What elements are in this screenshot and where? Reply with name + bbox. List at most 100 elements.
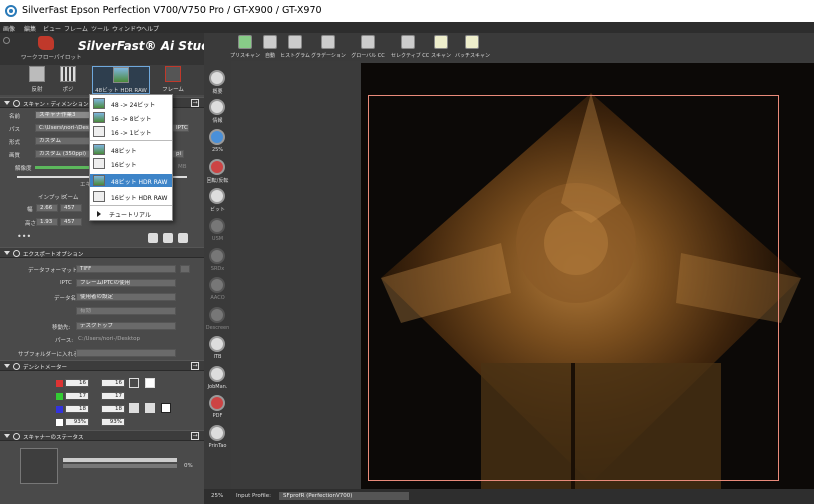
option-label: 48 -> 24ビット xyxy=(111,102,156,109)
enabled-field[interactable]: 有効 xyxy=(76,307,176,315)
tool-label: 回転/反転 xyxy=(206,178,229,184)
bitdepth-option[interactable]: 16ビット xyxy=(90,157,172,170)
global-cc-button[interactable]: グローバル CC xyxy=(351,35,385,61)
quality-select[interactable]: カスタム (350ppi) xyxy=(35,150,90,158)
window-title: SilverFast Epson Perfection V700/V750 Pr… xyxy=(22,5,322,16)
bitdepth-option[interactable]: 16ビット HDR RAW xyxy=(90,190,172,203)
menu-image[interactable]: 画像 xyxy=(3,24,15,33)
tool-label: ITB xyxy=(213,354,222,360)
settings-icon[interactable] xyxy=(163,233,173,243)
quality-label: 画質 xyxy=(9,153,21,159)
format-options-button[interactable] xyxy=(180,265,190,273)
densitometer-header[interactable]: デンシトメーター → xyxy=(0,360,204,371)
black-eyedropper-icon[interactable] xyxy=(129,403,139,413)
tool-aaco[interactable]: AACO xyxy=(204,277,231,307)
tool-jobmanager[interactable]: JobMan. xyxy=(204,366,231,396)
tool-zoom[interactable]: 25% xyxy=(204,129,231,159)
export-options-header[interactable]: エクスポートオプション xyxy=(0,247,204,258)
blue-value-before: 18 xyxy=(65,405,89,413)
menu-view[interactable]: ビュー xyxy=(43,24,61,33)
tool-info[interactable]: 情報 xyxy=(204,99,231,129)
collapse-triangle-icon[interactable] xyxy=(4,434,10,438)
subfolder-field[interactable] xyxy=(76,349,176,357)
width-zoom-field[interactable]: 457 xyxy=(60,204,82,212)
menu-help[interactable]: ヘルプ xyxy=(141,24,159,33)
iptc-select[interactable]: フレームIPTCの使用 xyxy=(76,279,176,287)
destination-select[interactable]: デスクトップ xyxy=(76,322,176,330)
mode-frame[interactable]: フレーム xyxy=(157,66,189,94)
tool-itb[interactable]: ITB xyxy=(204,336,231,366)
menu-edit[interactable]: 編集 xyxy=(24,24,36,33)
neutral-point-icon[interactable] xyxy=(161,403,171,413)
selection-frame[interactable] xyxy=(368,95,779,481)
hdr-raw-icon xyxy=(113,67,129,83)
menu-tools[interactable]: ツール xyxy=(91,24,109,33)
reset-icon[interactable] xyxy=(148,233,158,243)
zoom-level: 25% xyxy=(211,493,224,499)
data-name-select[interactable]: 使用者の設定 xyxy=(76,293,176,301)
scan-progress-bar xyxy=(63,464,177,468)
bitdepth-option-selected[interactable]: 48ビット HDR RAW xyxy=(90,174,172,187)
export-arrow-icon[interactable]: → xyxy=(191,432,199,440)
tutorial-item[interactable]: チュートリアル xyxy=(90,207,172,220)
tool-overview[interactable]: 概要 xyxy=(204,70,231,100)
iptc-button[interactable]: IPTC xyxy=(172,124,189,132)
section-title: スキャン・ディメンション xyxy=(23,102,89,108)
tool-printao[interactable]: PrinTao xyxy=(204,425,231,455)
tool-bitdepth[interactable]: ビット xyxy=(204,188,231,218)
histogram-button[interactable]: ヒストグラム xyxy=(280,35,310,61)
menu-window[interactable]: ウィンドウ xyxy=(112,24,142,33)
name-field[interactable]: スキャナ作業3 xyxy=(35,111,90,119)
data-format-select[interactable]: TIFF xyxy=(76,265,176,273)
pin-icon[interactable] xyxy=(3,37,10,44)
batch-scan-button[interactable]: バッチスキャン xyxy=(455,35,490,61)
height-zoom-field[interactable]: 457 xyxy=(60,218,82,226)
data-name-label: データ名 xyxy=(54,296,77,302)
tool-pdf[interactable]: PDF xyxy=(204,395,231,425)
gradation-button[interactable]: グラデーション xyxy=(311,35,346,61)
bitdepth-option[interactable]: 16 -> 1ビット xyxy=(90,125,172,138)
menu-frame[interactable]: フレーム xyxy=(64,24,88,33)
tool-label: JobMan. xyxy=(207,384,228,390)
collapse-triangle-icon[interactable] xyxy=(4,251,10,255)
export-arrow-icon[interactable]: → xyxy=(191,99,199,107)
collapse-triangle-icon[interactable] xyxy=(4,364,10,368)
export-arrow-icon[interactable]: → xyxy=(191,362,199,370)
resolution-slider[interactable] xyxy=(35,166,89,169)
collapse-triangle-icon[interactable] xyxy=(4,101,10,105)
image-icon[interactable] xyxy=(178,233,188,243)
bitdepth-option[interactable]: 48 -> 24ビット xyxy=(90,97,172,110)
width-field[interactable]: 2.66 xyxy=(36,204,58,212)
section-title: デンシトメーター xyxy=(23,365,68,371)
black-point-icon[interactable] xyxy=(129,378,139,388)
iptc-label: IPTC xyxy=(60,280,72,286)
white-point-icon[interactable] xyxy=(145,378,155,388)
height-field[interactable]: 1.93 xyxy=(36,218,58,226)
mode-reflective[interactable]: 反射 xyxy=(19,66,55,94)
path-field[interactable]: C:\Users\nori-\Desk xyxy=(35,124,90,132)
scan-button[interactable]: スキャン xyxy=(431,35,451,61)
format-select[interactable]: カスタム xyxy=(35,137,90,145)
bitdepth-option[interactable]: 16 -> 8ビット xyxy=(90,111,172,124)
scanner-status-header[interactable]: スキャナーのステータス → xyxy=(0,430,204,441)
mode-positive[interactable]: ポジ xyxy=(52,66,84,94)
jobmanager-icon xyxy=(209,366,225,382)
tool-rotate[interactable]: 回転/反転 xyxy=(204,159,231,189)
button-label: グローバル CC xyxy=(351,53,385,59)
more-icon[interactable]: ••• xyxy=(17,233,31,241)
tool-descreen[interactable]: Descreen xyxy=(204,307,231,337)
silverfast-logo: SilverFast® Ai Studio xyxy=(78,39,223,53)
selective-cc-button[interactable]: セレクティブ CC xyxy=(391,35,429,61)
white-eyedropper-icon[interactable] xyxy=(145,403,155,413)
menu-bar: 画像 編集 ビュー フレーム ツール ウィンドウ ヘルプ xyxy=(0,22,814,33)
tool-usm[interactable]: USM xyxy=(204,218,231,248)
workflow-pilot-icon[interactable] xyxy=(38,36,54,50)
blue-value-after: 18 xyxy=(101,405,125,413)
option-thumbnail-icon xyxy=(93,191,105,202)
tool-srdx[interactable]: SRDx xyxy=(204,248,231,278)
input-profile-value[interactable]: SFprofR (PerfectionV700) xyxy=(279,492,409,500)
mode-hdr-raw[interactable]: 48ビット HDR RAW xyxy=(92,66,150,94)
ppi-field[interactable]: pi xyxy=(172,150,184,158)
option-label: 16ビット HDR RAW xyxy=(111,195,168,202)
bitdepth-option[interactable]: 48ビット xyxy=(90,143,172,156)
